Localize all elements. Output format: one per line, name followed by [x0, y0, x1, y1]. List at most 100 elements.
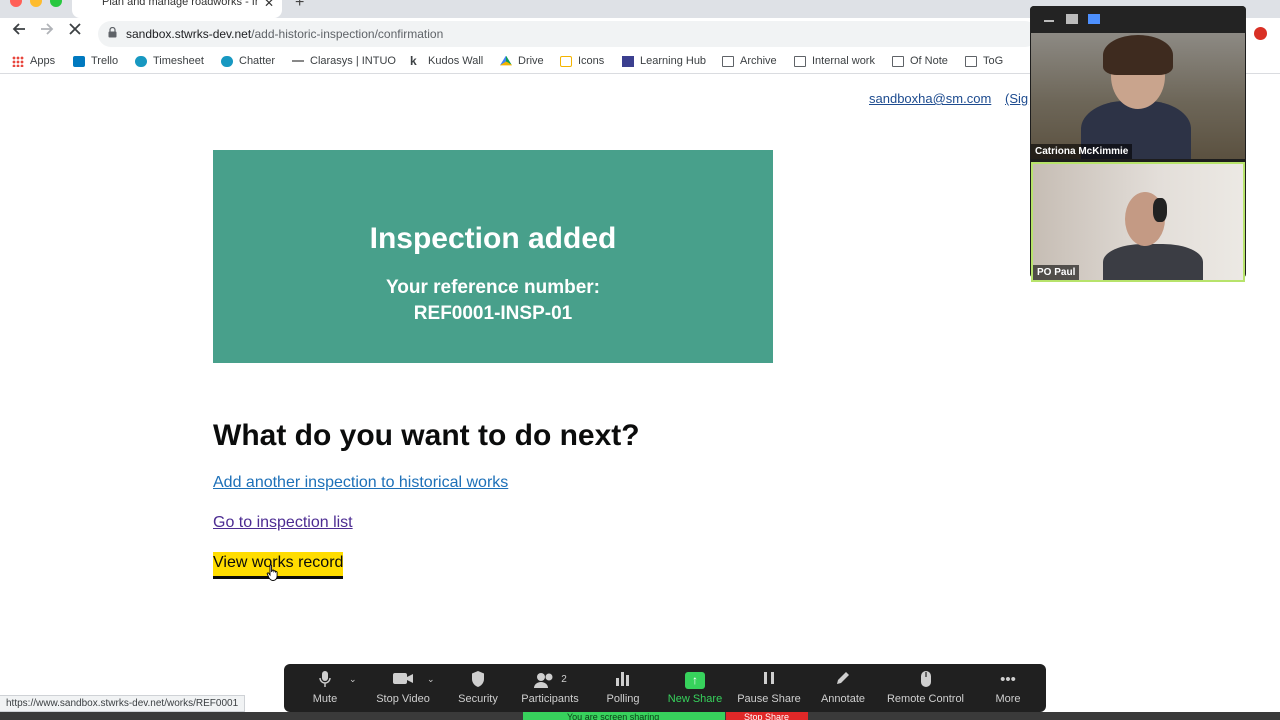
- headset-icon: [1153, 198, 1167, 222]
- annotate-label: Annotate: [820, 693, 866, 705]
- participants-icon: 2: [510, 670, 590, 690]
- stop-share-button[interactable]: Stop Share: [726, 712, 808, 720]
- minimize-icon[interactable]: [1044, 20, 1054, 22]
- trello-icon: [73, 55, 85, 67]
- bookmark-tog[interactable]: ToG: [965, 55, 1003, 67]
- restore-icon[interactable]: [1066, 14, 1078, 24]
- mouse-icon: [878, 670, 973, 690]
- kudos-icon: k: [410, 53, 417, 68]
- annotate-button[interactable]: Annotate: [803, 670, 883, 705]
- bookmark-label: Drive: [518, 55, 544, 67]
- more-dots-icon: •••: [1000, 671, 1016, 688]
- add-another-inspection-link[interactable]: Add another inspection to historical wor…: [213, 474, 508, 492]
- participant-video-tile[interactable]: Catriona McKimmie: [1031, 33, 1245, 159]
- icons-folder-icon: [560, 55, 572, 67]
- bookmark-label: ToG: [983, 55, 1004, 67]
- url-path: /add-historic-inspection/confirmation: [251, 27, 444, 41]
- remote-control-label: Remote Control: [886, 693, 965, 705]
- new-tab-icon[interactable]: +: [295, 0, 304, 12]
- tab-title: Plan and manage roadworks - In: [102, 0, 257, 8]
- bookmark-learning-hub[interactable]: Learning Hub: [622, 55, 706, 67]
- participant-name: PO Paul: [1033, 265, 1080, 280]
- bookmark-label: Of Note: [910, 55, 948, 67]
- bookmark-of-note[interactable]: Of Note: [892, 55, 948, 67]
- sign-out-link[interactable]: (Sig: [1005, 91, 1028, 106]
- polling-button[interactable]: Polling: [583, 670, 663, 705]
- drive-icon: [500, 55, 512, 66]
- tab-close-icon[interactable]: ✕: [264, 0, 274, 10]
- lock-icon[interactable]: [108, 27, 117, 38]
- bookmark-label: Apps: [30, 55, 56, 67]
- forward-arrow-icon[interactable]: [40, 22, 54, 41]
- extension-icon[interactable]: [1254, 27, 1267, 40]
- remote-control-button[interactable]: Remote Control: [878, 670, 973, 705]
- more-button[interactable]: ••• More: [968, 670, 1048, 705]
- gallery-view-icon[interactable]: [1088, 14, 1100, 24]
- bookmark-label: Chatter: [239, 55, 276, 67]
- more-label: More: [995, 693, 1021, 705]
- stop-loading-icon[interactable]: [68, 22, 82, 41]
- apps-grid-icon: [12, 55, 24, 67]
- confirmation-panel: Inspection added Your reference number: …: [213, 150, 773, 363]
- pencil-icon: [803, 670, 883, 690]
- bookmark-timesheet[interactable]: Timesheet: [135, 55, 204, 67]
- security-button[interactable]: Security: [438, 670, 518, 705]
- close-window-icon[interactable]: [10, 0, 22, 7]
- bookmark-apps[interactable]: Apps: [12, 55, 55, 67]
- bookmark-archive[interactable]: Archive: [722, 55, 777, 67]
- learning-hub-icon: [622, 55, 634, 67]
- participants-button[interactable]: 2 Participants: [510, 670, 590, 705]
- active-tab[interactable]: Plan and manage roadworks - In ✕: [72, 0, 282, 18]
- chevron-down-icon[interactable]: ⌄: [427, 674, 435, 685]
- pause-icon: [729, 670, 809, 690]
- confirmation-title: Inspection added: [369, 222, 617, 255]
- bookmark-label: Clarasys | INTUO: [310, 55, 396, 67]
- participant-figure: [1103, 244, 1203, 280]
- bookmark-label: Icons: [578, 55, 605, 67]
- next-steps-heading: What do you want to do next?: [213, 419, 640, 452]
- reference-number: REF0001-INSP-01: [413, 303, 573, 324]
- bookmark-label: Archive: [740, 55, 777, 67]
- chevron-down-icon[interactable]: ⌄: [349, 674, 357, 685]
- salesforce-cloud-icon: [135, 55, 147, 67]
- zoom-video-panel[interactable]: Catriona McKimmie PO Paul: [1030, 6, 1246, 282]
- url-domain: sandbox.stwrks-dev.net: [126, 27, 252, 41]
- bookmark-label: Timesheet: [153, 55, 204, 67]
- minimize-window-icon[interactable]: [30, 0, 42, 7]
- participant-video-tile[interactable]: PO Paul: [1031, 162, 1245, 282]
- maximize-window-icon[interactable]: [50, 0, 62, 7]
- bookmark-drive[interactable]: Drive: [500, 55, 544, 67]
- inspection-list-link[interactable]: Go to inspection list: [213, 514, 353, 532]
- folder-icon: [965, 55, 977, 67]
- polling-label: Polling: [606, 693, 640, 705]
- participants-count: 2: [561, 674, 567, 685]
- pause-share-button[interactable]: Pause Share: [729, 670, 809, 705]
- bookmark-kudos-wall[interactable]: k Kudos Wall: [410, 53, 483, 68]
- bookmark-chatter[interactable]: Chatter: [221, 55, 275, 67]
- shield-icon: [438, 670, 518, 690]
- reference-label: Your reference number:: [386, 277, 600, 298]
- back-arrow-icon[interactable]: [12, 22, 26, 41]
- bookmark-trello[interactable]: Trello: [73, 55, 118, 67]
- participant-hair: [1103, 35, 1173, 75]
- new-share-button[interactable]: ↑ New Share: [655, 670, 735, 705]
- address-bar[interactable]: sandbox.stwrks-dev.net/add-historic-insp…: [98, 21, 1038, 47]
- folder-icon: [794, 55, 806, 67]
- bookmark-icons[interactable]: Icons: [560, 55, 604, 67]
- pause-share-label: Pause Share: [737, 693, 801, 705]
- bookmark-clarasys[interactable]: Clarasys | INTUO: [292, 55, 396, 67]
- security-label: Security: [458, 693, 498, 705]
- status-bar-url: https://www.sandbox.stwrks-dev.net/works…: [0, 695, 246, 712]
- zoom-meeting-toolbar: Mute ⌄ Stop Video ⌄ Security 2 Participa…: [284, 664, 1046, 712]
- bar-chart-icon: [583, 670, 663, 690]
- bookmark-internal-work[interactable]: Internal work: [794, 55, 875, 67]
- participants-label: Participants: [521, 693, 579, 705]
- screen-sharing-text: You are screen sharing: [567, 712, 660, 720]
- participant-name: Catriona McKimmie: [1031, 144, 1133, 159]
- account-email-link[interactable]: sandboxha@sm.com: [869, 91, 991, 106]
- bookmark-label: Internal work: [812, 55, 875, 67]
- stop-share-label: Stop Share: [744, 712, 790, 720]
- url-text[interactable]: sandbox.stwrks-dev.net/add-historic-insp…: [126, 27, 443, 41]
- bookmark-label: Trello: [91, 55, 119, 67]
- bookmark-label: Learning Hub: [640, 55, 707, 67]
